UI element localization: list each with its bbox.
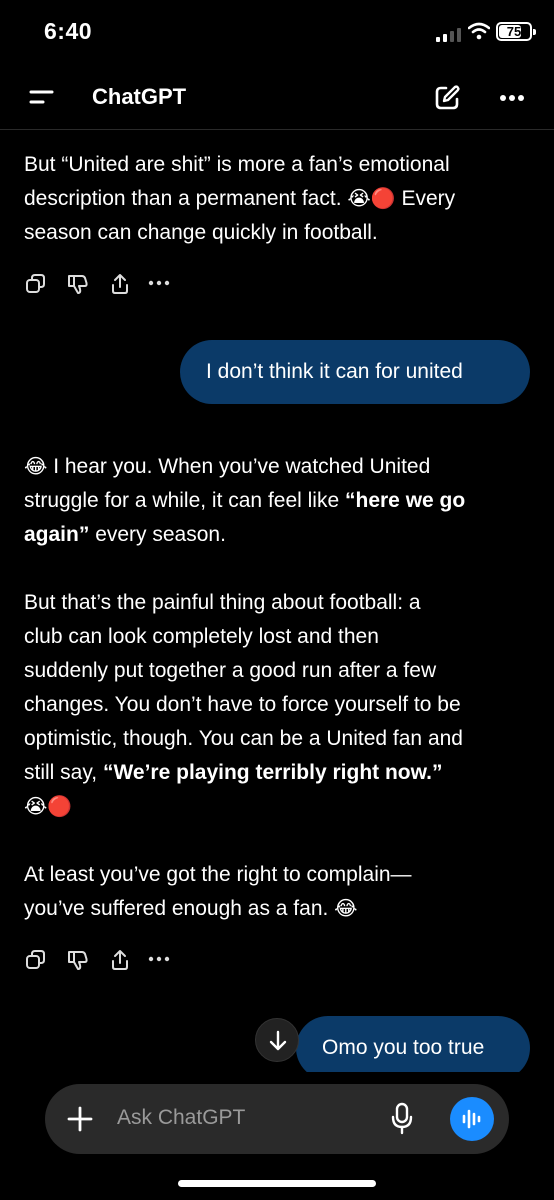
user-message-text: I don’t think it can for united [206, 360, 463, 383]
user-message-bubble: I don’t think it can for united [180, 340, 530, 404]
text-line: But that’s the painful thing about footb… [24, 591, 421, 614]
more-icon[interactable] [499, 94, 525, 102]
message-actions [24, 272, 184, 300]
battery-icon: 75 [496, 22, 536, 41]
thumbs-down-icon[interactable] [66, 948, 90, 972]
wifi-icon [468, 22, 490, 40]
crying-red-circle-emoji: 😭🔴 [347, 188, 396, 210]
menu-icon[interactable] [28, 86, 54, 108]
voice-mode-button[interactable] [450, 1097, 494, 1141]
arrow-down-icon [269, 1030, 287, 1051]
message-actions [24, 948, 184, 976]
status-bar: 6:40 75 [0, 0, 554, 66]
text-line: 😂 I hear you. When you’ve watched United [24, 455, 431, 478]
text-line: struggle for a while, it can feel like “… [24, 489, 466, 512]
more-icon[interactable] [148, 956, 170, 962]
status-time: 6:40 [44, 18, 93, 44]
more-icon[interactable] [148, 280, 170, 286]
mic-icon[interactable] [390, 1102, 414, 1136]
text-line: But “United are shit” is more a fan’s em… [24, 153, 450, 176]
text-line: 😭🔴 [24, 790, 530, 824]
assistant-message: 😂 I hear you. When you’ve watched United… [24, 450, 530, 926]
text-line: season can change quickly in football. [24, 221, 378, 244]
battery-percent: 75 [506, 24, 522, 39]
text-line: you’ve suffered enough as a fan. 😂 [24, 897, 358, 920]
copy-icon[interactable] [24, 272, 48, 296]
text-line: optimistic, though. You can be a United … [24, 727, 463, 750]
text-line: description than a permanent fact. 😭🔴 Ev… [24, 187, 456, 210]
text-line: still say, “We’re playing terribly right… [24, 761, 443, 784]
thumbs-down-icon[interactable] [66, 272, 90, 296]
new-chat-icon[interactable] [433, 84, 461, 112]
plus-icon[interactable] [67, 1106, 93, 1132]
copy-icon[interactable] [24, 948, 48, 972]
laughing-emoji: 😂 [24, 456, 48, 478]
crying-red-circle-emoji: 😭🔴 [24, 796, 73, 818]
chat-input-bar: Ask ChatGPT [45, 1084, 509, 1154]
chat-input[interactable]: Ask ChatGPT [117, 1106, 245, 1130]
user-message-bubble: Omo you too true [296, 1016, 530, 1072]
share-icon[interactable] [108, 272, 132, 296]
share-icon[interactable] [108, 948, 132, 972]
top-nav: ChatGPT [0, 66, 554, 130]
text-line: again” every season. [24, 523, 226, 546]
page-title: ChatGPT [92, 84, 187, 109]
text-line: club can look completely lost and then [24, 625, 379, 648]
scroll-to-bottom-button[interactable] [255, 1018, 299, 1062]
assistant-message: But “United are shit” is more a fan’s em… [24, 148, 530, 250]
home-indicator[interactable] [178, 1180, 376, 1187]
text-line: changes. You don’t have to force yoursel… [24, 693, 461, 716]
cellular-signal-icon [436, 28, 461, 42]
voice-waveform-icon [462, 1109, 481, 1129]
user-message-text: Omo you too true [322, 1036, 485, 1059]
text-line: At least you’ve got the right to complai… [24, 863, 412, 886]
laughing-emoji: 😂 [334, 898, 358, 920]
text-line: suddenly put together a good run after a… [24, 659, 437, 682]
